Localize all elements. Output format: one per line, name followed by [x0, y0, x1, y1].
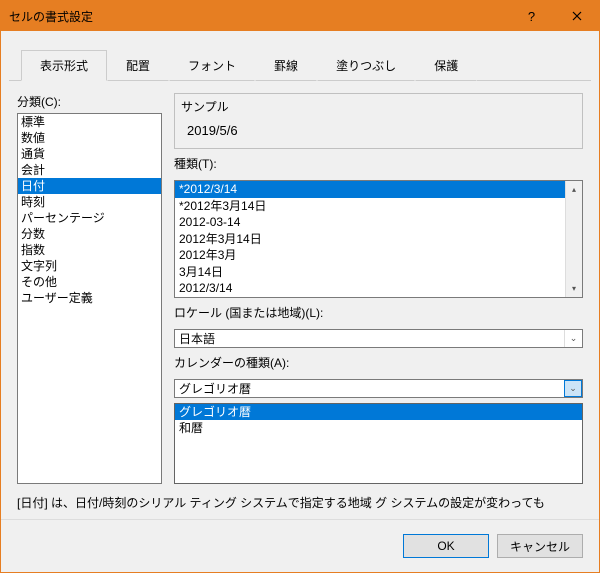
list-item[interactable]: 2012-03-14	[175, 214, 565, 231]
dialog-body: 分類(C): 標準 数値 通貨 会計 日付 時刻 パーセンテージ 分数 指数 文…	[1, 81, 599, 496]
category-label: 分類(C):	[17, 93, 162, 110]
ok-button[interactable]: OK	[403, 534, 489, 558]
list-item[interactable]: *2012年3月14日	[175, 198, 565, 215]
list-item[interactable]: 通貨	[18, 146, 161, 162]
window-title: セルの書式設定	[9, 8, 509, 25]
tab-fill[interactable]: 塗りつぶし	[317, 50, 415, 81]
tab-alignment[interactable]: 配置	[107, 50, 169, 81]
list-item[interactable]: 時刻	[18, 194, 161, 210]
dropdown-item[interactable]: グレゴリオ暦	[175, 404, 582, 420]
chevron-down-icon[interactable]: ⌄	[564, 380, 582, 397]
category-pane: 分類(C): 標準 数値 通貨 会計 日付 時刻 パーセンテージ 分数 指数 文…	[17, 93, 162, 484]
list-item[interactable]: 2012年3月14日	[175, 231, 565, 248]
help-button[interactable]: ?	[509, 1, 554, 31]
locale-combo[interactable]: 日本語 ⌄	[174, 329, 583, 348]
list-item[interactable]: 文字列	[18, 258, 161, 274]
format-cells-dialog: セルの書式設定 ? 表示形式 配置 フォント 罫線 塗りつぶし 保護 分類(C)…	[0, 0, 600, 573]
list-item[interactable]: ユーザー定義	[18, 290, 161, 306]
detail-pane: サンプル 2019/5/6 種類(T): *2012/3/14 *2012年3月…	[174, 93, 583, 484]
locale-label: ロケール (国または地域)(L):	[174, 304, 583, 321]
list-item[interactable]: 2012年3月	[175, 247, 565, 264]
sample-label: サンプル	[175, 94, 582, 115]
list-item[interactable]: 会計	[18, 162, 161, 178]
locale-value: 日本語	[179, 330, 564, 347]
chevron-down-icon[interactable]: ⌄	[564, 330, 582, 347]
list-item[interactable]: 2012/3/14	[175, 280, 565, 297]
list-item[interactable]: パーセンテージ	[18, 210, 161, 226]
type-listbox[interactable]: *2012/3/14 *2012年3月14日 2012-03-14 2012年3…	[174, 180, 583, 298]
tab-number-format[interactable]: 表示形式	[21, 50, 107, 81]
close-icon	[572, 11, 582, 21]
list-item[interactable]: *2012/3/14	[175, 181, 565, 198]
type-label: 種類(T):	[174, 155, 583, 172]
list-item[interactable]: 分数	[18, 226, 161, 242]
list-item[interactable]: その他	[18, 274, 161, 290]
close-button[interactable]	[554, 1, 599, 31]
list-item[interactable]: 数値	[18, 130, 161, 146]
calendar-value: グレゴリオ暦	[179, 380, 564, 397]
dropdown-item[interactable]: 和暦	[175, 420, 582, 436]
sample-value: 2019/5/6	[175, 115, 582, 148]
titlebar: セルの書式設定 ?	[1, 1, 599, 31]
list-item[interactable]: 3月14日	[175, 264, 565, 281]
tab-protection[interactable]: 保護	[415, 50, 477, 81]
dialog-footer: OK キャンセル	[1, 519, 599, 572]
sample-group: サンプル 2019/5/6	[174, 93, 583, 149]
tab-border[interactable]: 罫線	[255, 50, 317, 81]
list-item[interactable]: 指数	[18, 242, 161, 258]
scrollbar[interactable]: ▴ ▾	[565, 181, 582, 297]
tab-font[interactable]: フォント	[169, 50, 255, 81]
calendar-combo[interactable]: グレゴリオ暦 ⌄	[174, 379, 583, 398]
scroll-down-icon[interactable]: ▾	[566, 280, 582, 297]
description-text: [日付] は、日付/時刻のシリアル ティング システムで指定する地域 グ システ…	[1, 496, 599, 519]
scroll-up-icon[interactable]: ▴	[566, 181, 582, 198]
cancel-button[interactable]: キャンセル	[497, 534, 583, 558]
calendar-label: カレンダーの種類(A):	[174, 354, 583, 371]
calendar-dropdown[interactable]: グレゴリオ暦 和暦	[174, 403, 583, 485]
scroll-track[interactable]	[566, 198, 582, 280]
list-item[interactable]: 標準	[18, 114, 161, 130]
category-listbox[interactable]: 標準 数値 通貨 会計 日付 時刻 パーセンテージ 分数 指数 文字列 その他 …	[17, 113, 162, 484]
tab-strip: 表示形式 配置 フォント 罫線 塗りつぶし 保護	[9, 39, 591, 81]
list-item[interactable]: 日付	[18, 178, 161, 194]
